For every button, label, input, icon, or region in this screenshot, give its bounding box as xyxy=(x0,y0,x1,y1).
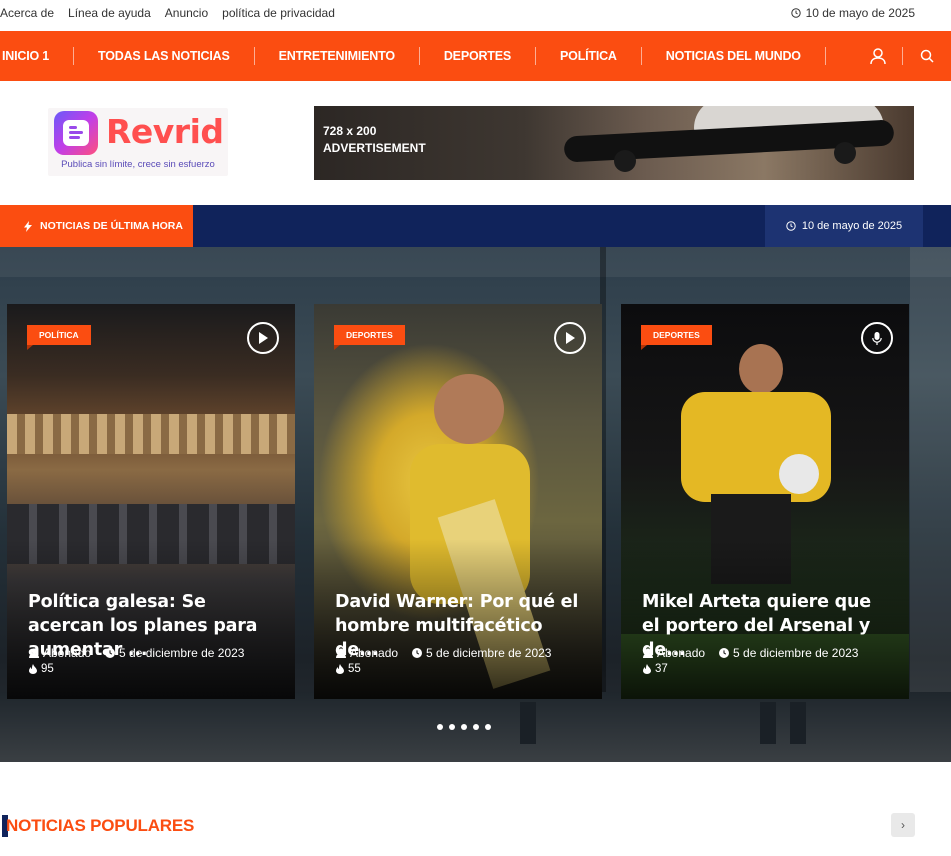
main-nav: INICIO 1 TODAS LAS NOTICIAS ENTRETENIMIE… xyxy=(0,31,951,81)
slider-dot[interactable] xyxy=(449,724,455,730)
logo-name: Revrid xyxy=(106,112,224,151)
clock-icon xyxy=(412,648,423,658)
clock-icon xyxy=(790,8,801,18)
slider-card[interactable]: DEPORTES Mikel Arteta quiere que el port… xyxy=(621,304,909,699)
top-link-advertise[interactable]: Anuncio xyxy=(165,6,208,20)
card-views: 37 xyxy=(643,663,668,675)
popular-news-title: NOTICIAS POPULARES xyxy=(6,816,195,835)
card-author[interactable]: Abonado xyxy=(657,646,705,660)
play-icon[interactable] xyxy=(247,322,279,354)
nav-item-world-news[interactable]: NOTICIAS DEL MUNDO xyxy=(642,47,826,65)
card-views-count: 37 xyxy=(655,663,668,675)
top-link-privacy[interactable]: política de privacidad xyxy=(222,6,335,20)
top-date: 10 de mayo de 2025 xyxy=(790,6,915,20)
hero-bg-figure xyxy=(760,702,776,744)
user-icon xyxy=(643,648,653,658)
user-icon xyxy=(336,648,346,658)
card-meta: Abonado 5 de diciembre de 2023 xyxy=(336,646,551,660)
top-links: Acerca de Línea de ayuda Anuncio polític… xyxy=(0,6,349,20)
breaking-news-label: NOTICIAS DE ÚLTIMA HORA xyxy=(0,205,193,247)
card-views: 95 xyxy=(29,663,54,675)
breaking-news-bar: NOTICIAS DE ÚLTIMA HORA 10 de mayo de 20… xyxy=(0,205,951,247)
card-meta: Abonado 5 de diciembre de 2023 xyxy=(29,646,244,660)
clock-icon xyxy=(719,648,730,658)
nav-item-entertainment[interactable]: ENTRETENIMIENTO xyxy=(255,47,420,65)
category-badge[interactable]: DEPORTES xyxy=(641,325,712,350)
nav-icons xyxy=(854,31,951,81)
breaking-news-text: NOTICIAS DE ÚLTIMA HORA xyxy=(40,220,183,232)
category-badge[interactable]: POLÍTICA xyxy=(27,325,91,350)
lightning-icon xyxy=(24,220,32,232)
hero-bg-window xyxy=(910,247,951,707)
nav-item-politics[interactable]: POLÍTICA xyxy=(536,47,642,65)
hero-bg-figure xyxy=(520,702,536,744)
card-author[interactable]: Abonado xyxy=(43,646,91,660)
hero-bg-figure xyxy=(790,702,806,744)
fire-icon xyxy=(29,664,37,674)
card-views-count: 95 xyxy=(41,663,54,675)
fire-icon xyxy=(643,664,651,674)
slider-dot[interactable] xyxy=(461,724,467,730)
card-meta: Abonado 5 de diciembre de 2023 xyxy=(643,646,858,660)
nav-item-home[interactable]: INICIO 1 xyxy=(0,47,75,65)
nav-item-sports[interactable]: DEPORTES xyxy=(420,47,537,65)
card-views: 55 xyxy=(336,663,361,675)
slider-dot[interactable] xyxy=(485,724,491,730)
clock-icon xyxy=(786,221,796,231)
hero-slider: POLÍTICA Política galesa: Se acercan los… xyxy=(0,247,951,762)
breaking-date-text: 10 de mayo de 2025 xyxy=(801,220,903,232)
user-icon xyxy=(29,648,39,658)
slider-dot[interactable] xyxy=(473,724,479,730)
play-icon[interactable] xyxy=(554,322,586,354)
slider-dots xyxy=(437,724,491,730)
clock-icon xyxy=(105,648,116,658)
search-icon[interactable] xyxy=(903,46,951,66)
top-bar: Acerca de Línea de ayuda Anuncio polític… xyxy=(0,0,951,26)
card-date: 5 de diciembre de 2023 xyxy=(733,646,859,660)
ad-wheel-graphic xyxy=(834,142,856,164)
ad-label: ADVERTISEMENT xyxy=(323,141,426,155)
ad-wheel-graphic xyxy=(614,150,636,172)
logo-tagline: Publica sin límite, crece sin esfuerzo xyxy=(61,159,215,170)
site-logo[interactable]: Revrid Publica sin límite, crece sin esf… xyxy=(48,108,228,176)
card-date: 5 de diciembre de 2023 xyxy=(119,646,245,660)
top-link-about[interactable]: Acerca de xyxy=(0,6,54,20)
popular-news-heading: NOTICIAS POPULARES xyxy=(0,813,194,839)
fire-icon xyxy=(336,664,344,674)
card-author[interactable]: Abonado xyxy=(350,646,398,660)
advertisement-banner[interactable]: 728 x 200 ADVERTISEMENT xyxy=(314,106,914,180)
top-link-helpline[interactable]: Línea de ayuda xyxy=(68,6,151,20)
next-button[interactable]: › xyxy=(891,813,915,837)
card-date: 5 de diciembre de 2023 xyxy=(426,646,552,660)
breaking-date: 10 de mayo de 2025 xyxy=(765,205,923,247)
slider-card[interactable]: POLÍTICA Política galesa: Se acercan los… xyxy=(7,304,295,699)
microphone-icon[interactable] xyxy=(861,322,893,354)
slider-dot[interactable] xyxy=(437,724,443,730)
ad-text: 728 x 200 ADVERTISEMENT xyxy=(323,123,426,157)
nav-item-all-news[interactable]: TODAS LAS NOTICIAS xyxy=(74,47,255,65)
card-views-count: 55 xyxy=(348,663,361,675)
category-badge[interactable]: DEPORTES xyxy=(334,325,405,350)
slider-card[interactable]: DEPORTES David Warner: Por qué el hombre… xyxy=(314,304,602,699)
logo-mark-icon xyxy=(54,111,98,155)
ad-size: 728 x 200 xyxy=(323,124,377,138)
top-date-text: 10 de mayo de 2025 xyxy=(805,6,915,20)
hero-bg-roof xyxy=(0,247,951,277)
user-icon[interactable] xyxy=(854,46,902,66)
